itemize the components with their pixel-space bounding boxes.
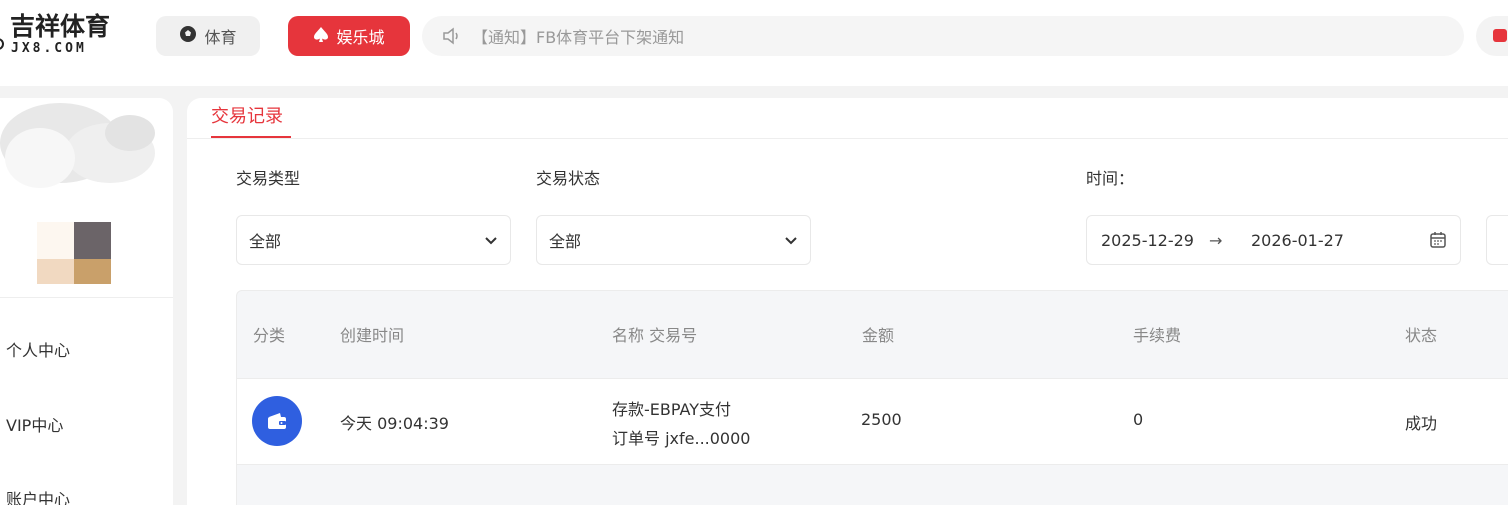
column-header-fee: 手续费 [1133,326,1182,345]
row-amount: 2500 [861,410,902,429]
date-range-arrow: → [1209,231,1223,250]
top-header: 吉祥体育 JX8.COM 体育 娱乐城 【通知】FB体育平台下架通知 [0,0,1508,86]
notice-bar[interactable]: 【通知】FB体育平台下架通知 [422,16,1464,56]
date-range-picker[interactable]: 2025-12-29 → 2026-01-27 [1086,215,1461,265]
sidebar-item-account-center[interactable]: 账户中心 [6,486,70,505]
row-status: 成功 [1405,414,1438,433]
column-header-category: 分类 [253,326,286,345]
row-name: 存款-EBPAY支付 [612,400,731,419]
row-fee: 0 [1133,410,1144,429]
wallet-icon [252,396,302,446]
chevron-down-icon [784,231,798,250]
column-header-created-time: 创建时间 [340,326,405,345]
date-start-input[interactable]: 2025-12-29 [1101,231,1194,250]
logo-subtitle: JX8.COM [11,41,87,56]
column-header-amount: 金额 [862,326,895,345]
time-label: 时间： [1086,169,1135,188]
table-header: 分类 创建时间 名称 交易号 金额 手续费 状态 [237,291,1508,378]
profile-banner-art [0,103,155,188]
transactions-table: 分类 创建时间 名称 交易号 金额 手续费 状态 今天 09:04:39 存款-… [236,290,1508,505]
transaction-status-value: 全部 [549,232,582,251]
soccer-ball-icon [179,25,197,47]
calendar-icon[interactable] [1429,231,1447,253]
spade-icon [313,26,329,47]
sidebar-item-vip-center[interactable]: VIP中心 [6,412,63,436]
transaction-type-label: 交易类型 [236,169,301,188]
search-button[interactable] [1486,215,1508,265]
transaction-status-label: 交易状态 [536,169,601,188]
tab-divider [187,138,1508,139]
notice-text: 【通知】FB体育平台下架通知 [472,28,685,47]
column-header-status: 状态 [1405,326,1438,345]
logo-mark-icon [0,38,4,50]
nav-casino-label: 娱乐城 [336,28,385,47]
row-order-number[interactable]: 订单号 jxfe...0000 [612,425,750,449]
logo-title: 吉祥体育 [10,12,111,41]
row-created-time: 今天 09:04:39 [340,414,449,433]
nav-sports-label: 体育 [204,28,237,47]
main-panel: 交易记录 交易类型 交易状态 时间： 全部 全部 2025-12-29 → 20… [187,98,1508,505]
wallet-icon [1493,29,1507,42]
site-logo[interactable]: 吉祥体育 JX8.COM [0,12,120,60]
transaction-status-select[interactable]: 全部 [536,215,811,265]
speaker-icon [442,27,462,45]
header-wallet-button[interactable] [1476,16,1508,56]
table-row[interactable]: 今天 09:04:39 存款-EBPAY支付 订单号 jxfe...0000 2… [237,378,1508,465]
nav-casino-button[interactable]: 娱乐城 [288,16,410,56]
date-end-input[interactable]: 2026-01-27 [1251,231,1344,250]
chevron-down-icon [484,231,498,250]
tab-transaction-records[interactable]: 交易记录 [211,102,283,128]
sidebar: 个人中心 VIP中心 账户中心 [0,98,173,505]
avatar[interactable] [37,222,111,284]
sidebar-item-personal-center[interactable]: 个人中心 [6,337,70,361]
nav-sports-button[interactable]: 体育 [156,16,260,56]
transaction-type-select[interactable]: 全部 [236,215,511,265]
transaction-type-value: 全部 [249,232,282,251]
column-header-name-txid: 名称 交易号 [612,326,698,345]
sidebar-divider [0,297,173,298]
